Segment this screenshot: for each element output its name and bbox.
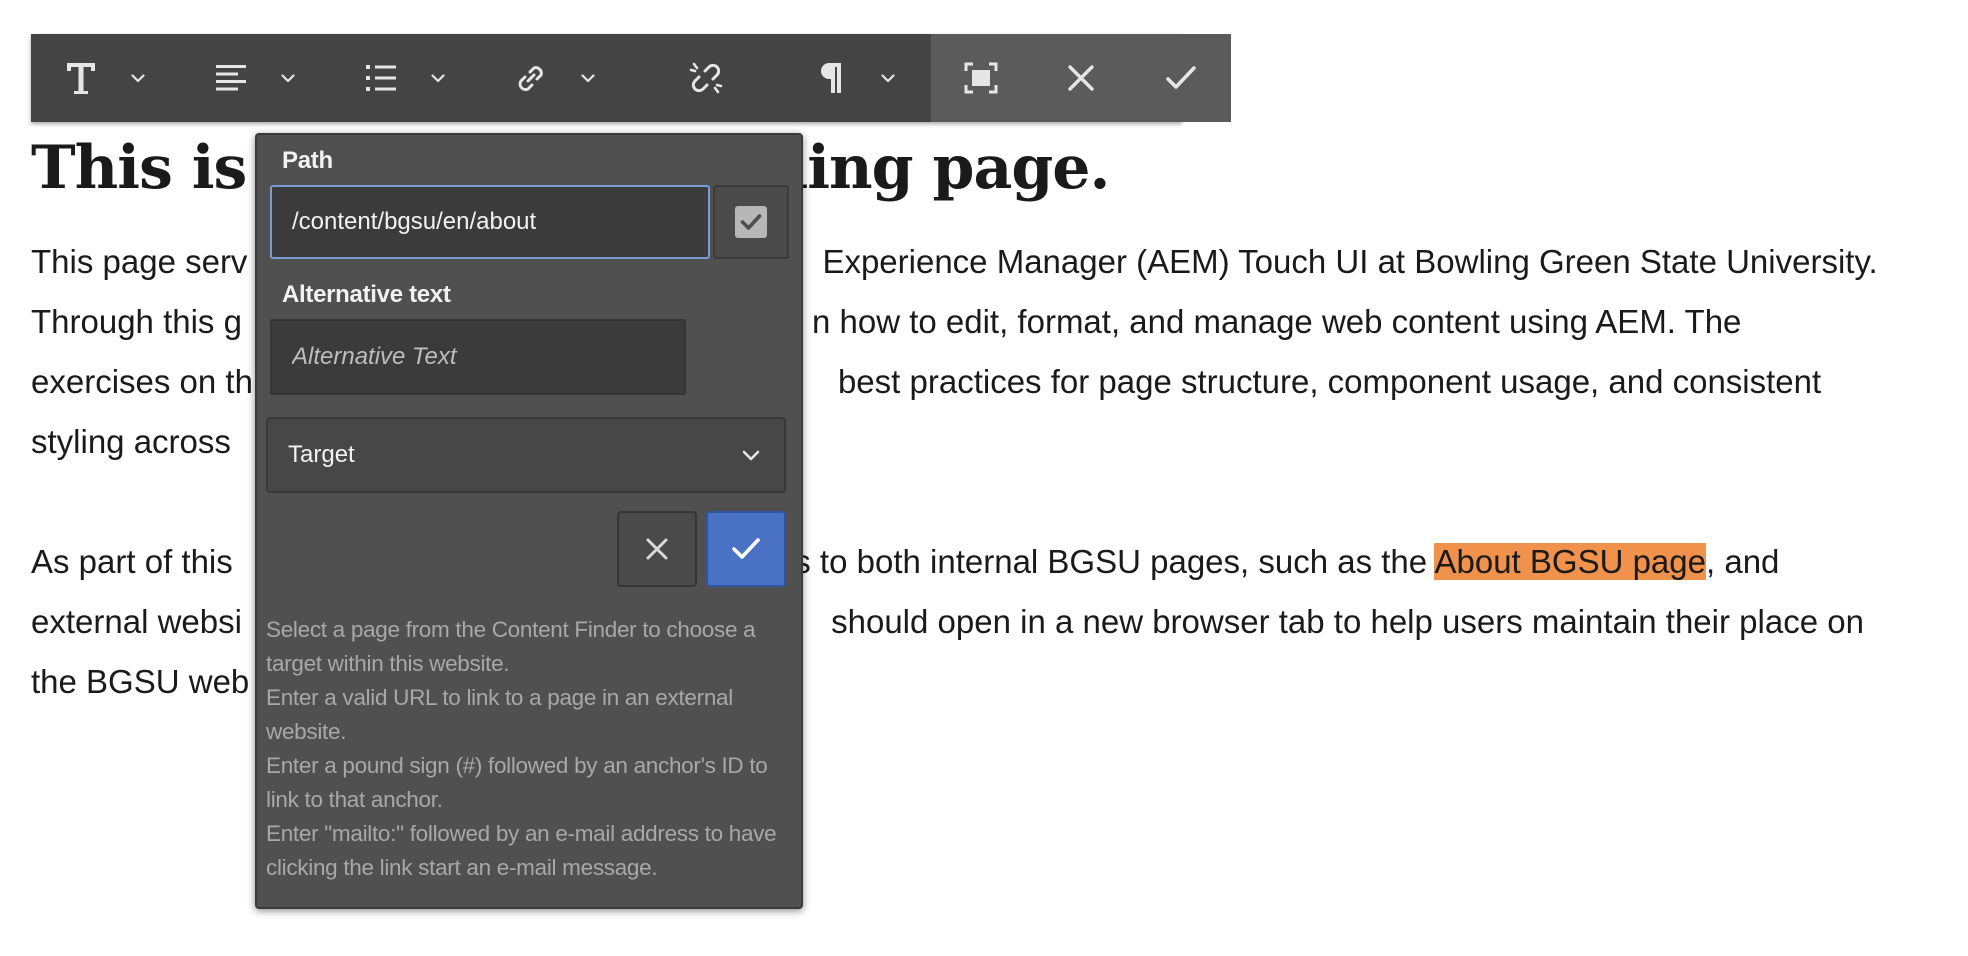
dialog-cancel-button[interactable]: [617, 511, 697, 587]
justify-dropdown-button[interactable]: [281, 34, 317, 122]
browse-checkbox: [735, 206, 767, 238]
fullscreen-icon: [964, 62, 998, 94]
link-dialog: Path Alternative text Target Select a pa…: [255, 133, 803, 909]
path-label: Path: [282, 147, 333, 174]
dialog-apply-button[interactable]: [706, 511, 786, 587]
para1-line4a: styling across: [31, 423, 231, 460]
fullscreen-button[interactable]: [931, 34, 1031, 122]
toolbar-lists-group: [331, 34, 481, 122]
toolbar-link-group: [481, 34, 631, 122]
para2-line2b: should open in a new browser tab to help…: [821, 603, 1864, 640]
highlighted-link-about-bgsu[interactable]: About BGSU page: [1434, 543, 1706, 580]
paragraph-dropdown-button[interactable]: [881, 34, 917, 122]
heading-suffix: ning page.: [764, 133, 1111, 203]
chevron-down-icon: [281, 73, 295, 82]
unlink-button[interactable]: [631, 34, 781, 122]
text-format-icon: [67, 63, 95, 94]
para2-line1b: ks to both internal BGSU pages, such as …: [777, 543, 1435, 580]
chevron-down-icon: [581, 73, 595, 82]
link-button[interactable]: [481, 34, 581, 122]
alt-text-label: Alternative text: [282, 281, 451, 308]
para1-line2a: Through this g: [31, 303, 242, 340]
para2-line2a: external websi: [31, 603, 242, 640]
page: This is Joning page. This page servExper…: [0, 0, 1968, 956]
link-dropdown-button[interactable]: [581, 34, 617, 122]
para1-line3a: exercises on th: [31, 363, 253, 400]
paragraph-format-button[interactable]: [781, 34, 881, 122]
para2-line3a: the BGSU web: [31, 663, 250, 700]
para1-line1a: This page serv: [31, 243, 248, 280]
path-input[interactable]: [270, 185, 710, 259]
cancel-edit-button[interactable]: [1031, 34, 1131, 122]
target-select-label: Target: [288, 441, 355, 468]
justify-button[interactable]: [181, 34, 281, 122]
save-edit-button[interactable]: [1131, 34, 1231, 122]
toolbar-actions: [931, 34, 1231, 122]
close-icon: [646, 538, 668, 560]
path-browse-button[interactable]: [713, 185, 789, 259]
help-line: Enter a pound sign (#) followed by an an…: [266, 753, 768, 812]
toolbar-format-group: [31, 34, 181, 122]
para1-line3b: best practices for page structure, compo…: [837, 363, 1822, 400]
help-line: Enter "mailto:" followed by an e-mail ad…: [266, 821, 777, 880]
para2-line1c: , and: [1706, 543, 1780, 580]
link-icon: [518, 66, 543, 92]
para1-line1b: Experience Manager (AEM) Touch UI at Bow…: [822, 243, 1878, 280]
heading-prefix: This is: [31, 133, 267, 203]
chevron-down-icon: [881, 73, 895, 82]
chevron-down-icon: [431, 73, 445, 82]
pilcrow-icon: [821, 63, 841, 93]
unlink-icon: [689, 62, 723, 94]
toolbar-paragraph-group: [781, 34, 931, 122]
chevron-down-icon: [131, 73, 145, 82]
alt-text-input[interactable]: [270, 319, 686, 395]
target-select[interactable]: Target: [266, 417, 786, 493]
checkmark-icon: [1166, 66, 1196, 89]
para1-line2b: n how to edit, format, and manage web co…: [811, 303, 1742, 340]
close-icon: [1068, 65, 1094, 91]
para2-line1a: As part of this: [31, 543, 233, 580]
rte-toolbar: [31, 34, 1231, 122]
bullet-list-icon: [366, 65, 396, 91]
checkmark-icon: [740, 214, 762, 230]
checkmark-icon: [732, 538, 760, 559]
help-line: Select a page from the Content Finder to…: [266, 617, 756, 676]
toolbar-justify-group: [181, 34, 331, 122]
format-dropdown-button[interactable]: [131, 34, 167, 122]
lists-button[interactable]: [331, 34, 431, 122]
lists-dropdown-button[interactable]: [431, 34, 467, 122]
help-line: Enter a valid URL to link to a page in a…: [266, 685, 733, 744]
chevron-down-icon: [742, 450, 760, 461]
align-left-icon: [216, 65, 246, 91]
link-help-text: Select a page from the Content Finder to…: [266, 613, 786, 885]
format-button[interactable]: [31, 34, 131, 122]
